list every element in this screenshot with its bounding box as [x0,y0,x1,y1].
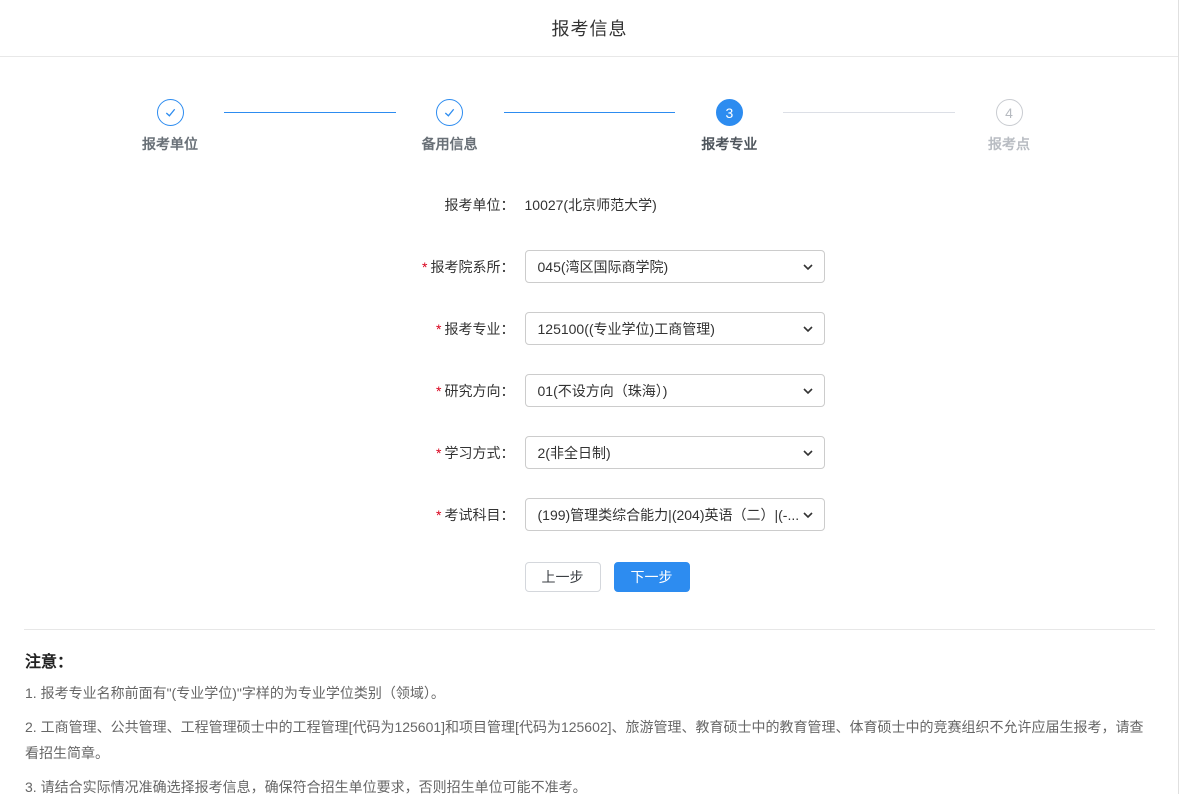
note-item-3: 3. 请结合实际情况准确选择报考信息，确保符合招生单位要求，否则招生单位可能不准… [25,774,1154,794]
form-row-major: *报考专业： 125100((专业学位)工商管理) [0,312,1179,345]
direction-select[interactable]: 01(不设方向（珠海）) [525,374,825,407]
department-label: *报考院系所： [355,257,525,277]
chevron-down-icon [801,508,815,525]
application-form: 报考单位： 10027(北京师范大学) *报考院系所： 045(湾区国际商学院) [0,188,1179,593]
page-title: 报考信息 [552,15,628,41]
exam-subjects-select[interactable]: (199)管理类综合能力|(204)英语（二）|(-... [525,498,825,531]
required-marker: * [422,259,427,275]
notes-divider [24,629,1155,630]
step-baokaodanwei: 报考单位 [128,99,212,154]
application-info-page: 报考信息 报考单位 备用信息 3 报考专业 4 [0,0,1179,794]
chevron-down-icon [801,446,815,463]
note-item-1: 1. 报考专业名称前面有"(专业学位)"字样的为专业学位类别（领域）。 [25,680,1154,706]
note-item-2: 2. 工商管理、公共管理、工程管理硕士中的工程管理[代码为125601]和项目管… [25,714,1154,766]
unit-label: 报考单位： [355,195,525,215]
form-row-study-mode: *学习方式： 2(非全日制) [0,436,1179,469]
stepper: 报考单位 备用信息 3 报考专业 4 报考点 [0,99,1179,154]
check-icon [436,99,463,126]
form-row-direction: *研究方向： 01(不设方向（珠海）) [0,374,1179,407]
next-step-button[interactable]: 下一步 [614,562,690,592]
step-label: 报考点 [988,134,1030,154]
study-mode-select[interactable]: 2(非全日制) [525,436,825,469]
form-row-department: *报考院系所： 045(湾区国际商学院) [0,250,1179,283]
step-label: 报考单位 [142,134,198,154]
exam-subjects-label: *考试科目： [355,505,525,525]
step-connector [504,112,676,113]
required-marker: * [436,321,441,337]
form-buttons-row: 上一步 下一步 [0,560,1179,593]
step-connector [224,112,396,113]
department-select[interactable]: 045(湾区国际商学院) [525,250,825,283]
chevron-down-icon [801,384,815,401]
chevron-down-icon [801,260,815,277]
step-number: 4 [996,99,1023,126]
chevron-down-icon [801,322,815,339]
notes-section: 注意： 1. 报考专业名称前面有"(专业学位)"字样的为专业学位类别（领域）。 … [0,648,1179,794]
form-row-exam-subjects: *考试科目： (199)管理类综合能力|(204)英语（二）|(-... [0,498,1179,531]
notes-heading: 注意： [25,648,1154,672]
major-label: *报考专业： [355,319,525,339]
prev-step-button[interactable]: 上一步 [525,562,601,592]
step-baokaodian: 4 报考点 [967,99,1051,154]
required-marker: * [436,507,441,523]
step-beiyongxinxi: 备用信息 [408,99,492,154]
form-row-unit: 报考单位： 10027(北京师范大学) [0,188,1179,221]
step-baokaozhuanye: 3 报考专业 [687,99,771,154]
required-marker: * [436,383,441,399]
study-mode-label: *学习方式： [355,443,525,463]
step-connector [783,112,955,113]
page-header: 报考信息 [0,0,1179,57]
step-label: 备用信息 [422,134,478,154]
required-marker: * [436,445,441,461]
direction-label: *研究方向： [355,381,525,401]
major-select[interactable]: 125100((专业学位)工商管理) [525,312,825,345]
check-icon [157,99,184,126]
step-label: 报考专业 [701,134,757,154]
step-number: 3 [716,99,743,126]
unit-value: 10027(北京师范大学) [525,197,657,213]
